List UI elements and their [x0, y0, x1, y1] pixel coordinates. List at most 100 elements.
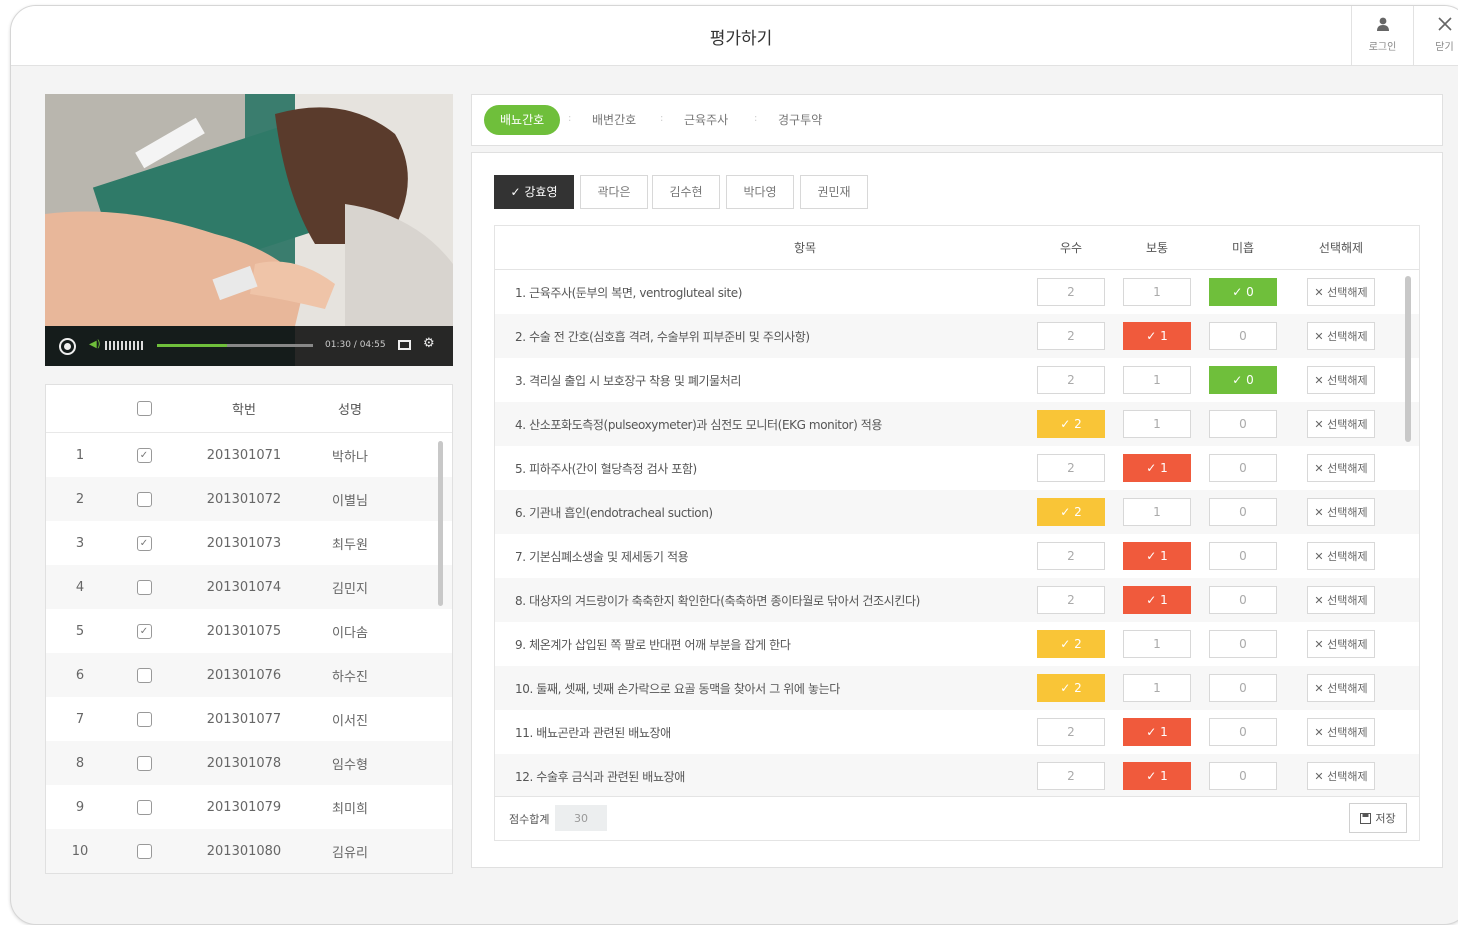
student-checkbox[interactable]: ✓	[130, 433, 158, 477]
score-poor-button[interactable]: 0	[1209, 322, 1277, 350]
score-excellent-button[interactable]: ✓ 2	[1037, 630, 1105, 658]
deselect-button[interactable]: ✕ 선택해제	[1307, 322, 1375, 350]
deselect-button[interactable]: ✕ 선택해제	[1307, 278, 1375, 306]
category-tab[interactable]: 배변간호	[592, 105, 636, 135]
student-checkbox[interactable]	[130, 653, 158, 697]
student-checkbox[interactable]	[130, 477, 158, 521]
student-checkbox[interactable]	[130, 785, 158, 829]
student-row[interactable]: 8 201301078 임수형	[46, 741, 452, 785]
category-tab[interactable]: 경구투약	[778, 105, 822, 135]
student-row[interactable]: 5 ✓ 201301075 이다솜	[46, 609, 452, 653]
score-value: 1	[1153, 417, 1161, 431]
score-excellent-button[interactable]: 2	[1037, 454, 1105, 482]
evaluation-row: 1. 근육주사(둔부의 복면, ventrogluteal site) 2 1 ✓ 0…	[495, 270, 1419, 314]
score-poor-button[interactable]: 0	[1209, 630, 1277, 658]
deselect-button[interactable]: ✕ 선택해제	[1307, 366, 1375, 394]
deselect-button[interactable]: ✕ 선택해제	[1307, 454, 1375, 482]
student-checkbox[interactable]: ✓	[130, 609, 158, 653]
score-average-button[interactable]: ✓ 1	[1123, 586, 1191, 614]
score-average-button[interactable]: 1	[1123, 366, 1191, 394]
score-excellent-button[interactable]: ✓ 2	[1037, 498, 1105, 526]
student-row[interactable]: 10 201301080 김유리	[46, 829, 452, 873]
student-row[interactable]: 1 ✓ 201301071 박하나	[46, 433, 452, 477]
score-excellent-button[interactable]: 2	[1037, 366, 1105, 394]
close-icon	[1414, 16, 1458, 37]
deselect-button[interactable]: ✕ 선택해제	[1307, 542, 1375, 570]
score-poor-button[interactable]: ✓ 0	[1209, 278, 1277, 306]
gear-icon[interactable]: ⚙	[423, 336, 435, 351]
student-row[interactable]: 9 201301079 최미희	[46, 785, 452, 829]
student-checkbox[interactable]	[130, 741, 158, 785]
fullscreen-icon[interactable]	[398, 340, 411, 350]
score-excellent-button[interactable]: 2	[1037, 718, 1105, 746]
student-tab[interactable]: 박다영	[726, 175, 794, 209]
score-average-button[interactable]: ✓ 1	[1123, 542, 1191, 570]
student-tab[interactable]: 곽다은	[580, 175, 648, 209]
score-average-button[interactable]: 1	[1123, 674, 1191, 702]
progress-bar[interactable]	[157, 344, 313, 347]
score-poor-button[interactable]: 0	[1209, 498, 1277, 526]
score-excellent-button[interactable]: 2	[1037, 542, 1105, 570]
score-excellent-button[interactable]: 2	[1037, 762, 1105, 790]
student-tab[interactable]: ✓ 강효영	[494, 175, 574, 209]
score-poor-button[interactable]: 0	[1209, 674, 1277, 702]
deselect-button[interactable]: ✕ 선택해제	[1307, 410, 1375, 438]
score-excellent-button[interactable]: 2	[1037, 278, 1105, 306]
student-tab[interactable]: 권민재	[800, 175, 868, 209]
category-tab[interactable]: 근육주사	[684, 105, 728, 135]
volume-icon[interactable]: ◀)	[89, 339, 101, 350]
deselect-button[interactable]: ✕ 선택해제	[1307, 718, 1375, 746]
score-excellent-button[interactable]: 2	[1037, 586, 1105, 614]
category-tab[interactable]: 배뇨간호	[484, 105, 561, 135]
score-excellent-button[interactable]: ✓ 2	[1037, 410, 1105, 438]
score-poor-button[interactable]: 0	[1209, 410, 1277, 438]
student-row[interactable]: 6 201301076 하수진	[46, 653, 452, 697]
score-average-button[interactable]: ✓ 1	[1123, 762, 1191, 790]
student-row[interactable]: 4 201301074 김민지	[46, 565, 452, 609]
deselect-button[interactable]: ✕ 선택해제	[1307, 762, 1375, 790]
student-name: 이다솜	[332, 625, 368, 641]
score-poor-button[interactable]: 0	[1209, 586, 1277, 614]
student-number: 201301078	[206, 755, 282, 771]
score-average-button[interactable]: 1	[1123, 410, 1191, 438]
score-excellent-button[interactable]: 2	[1037, 322, 1105, 350]
student-row[interactable]: 2 201301072 이별님	[46, 477, 452, 521]
select-all-checkbox[interactable]	[130, 385, 158, 432]
student-index: 4	[75, 579, 85, 595]
close-button[interactable]: 닫기	[1413, 6, 1458, 66]
score-value: 2	[1067, 549, 1075, 563]
student-row[interactable]: 3 ✓ 201301073 최두원	[46, 521, 452, 565]
student-row[interactable]: 7 201301077 이서진	[46, 697, 452, 741]
score-average-button[interactable]: ✓ 1	[1123, 454, 1191, 482]
deselect-button[interactable]: ✕ 선택해제	[1307, 498, 1375, 526]
student-tab[interactable]: 김수현	[652, 175, 720, 209]
score-poor-button[interactable]: ✓ 0	[1209, 366, 1277, 394]
student-checkbox[interactable]	[130, 697, 158, 741]
score-average-button[interactable]: ✓ 1	[1123, 322, 1191, 350]
video-player[interactable]: ◀) 01:30 / 04:55 ⚙	[45, 94, 453, 366]
score-excellent-button[interactable]: ✓ 2	[1037, 674, 1105, 702]
deselect-button[interactable]: ✕ 선택해제	[1307, 630, 1375, 658]
score-poor-button[interactable]: 0	[1209, 718, 1277, 746]
student-list-scrollbar[interactable]	[438, 441, 443, 606]
score-average-button[interactable]: 1	[1123, 278, 1191, 306]
score-poor-button[interactable]: 0	[1209, 762, 1277, 790]
evaluation-table-scrollbar[interactable]	[1405, 276, 1411, 442]
volume-slider[interactable]	[105, 341, 143, 350]
deselect-button[interactable]: ✕ 선택해제	[1307, 586, 1375, 614]
save-button[interactable]: 저장	[1349, 803, 1407, 833]
score-average-button[interactable]: 1	[1123, 498, 1191, 526]
student-checkbox[interactable]	[130, 565, 158, 609]
score-value: 0	[1239, 681, 1247, 695]
student-checkbox[interactable]: ✓	[130, 521, 158, 565]
deselect-button[interactable]: ✕ 선택해제	[1307, 674, 1375, 702]
score-average-button[interactable]: 1	[1123, 630, 1191, 658]
score-average-button[interactable]: ✓ 1	[1123, 718, 1191, 746]
login-button[interactable]: 로그인	[1351, 6, 1413, 66]
play-button[interactable]	[59, 338, 76, 355]
student-index: 5	[75, 623, 85, 639]
score-value: 2	[1074, 637, 1082, 651]
student-checkbox[interactable]	[130, 829, 158, 873]
score-poor-button[interactable]: 0	[1209, 542, 1277, 570]
score-poor-button[interactable]: 0	[1209, 454, 1277, 482]
